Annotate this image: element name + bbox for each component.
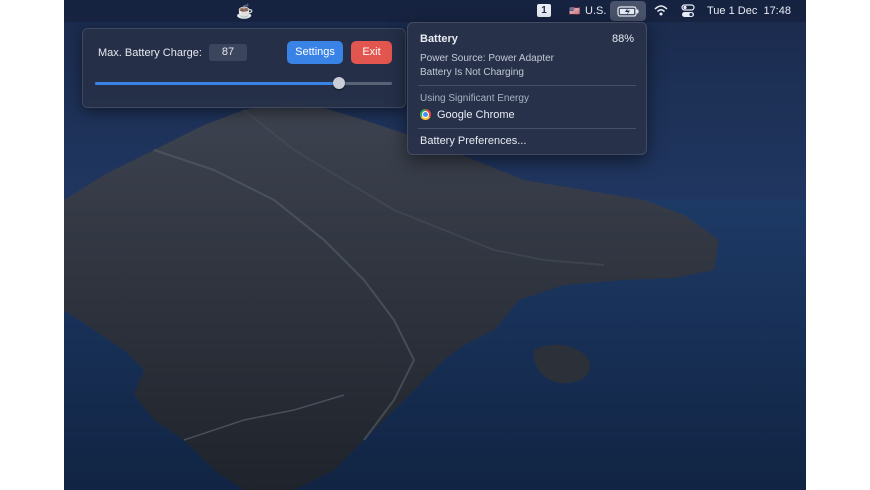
energy-app-item[interactable]: Google Chrome [420,109,515,121]
energy-section-header: Using Significant Energy [420,93,529,104]
wifi-icon[interactable] [653,0,669,22]
battery-percent: 88% [611,33,634,45]
desktop: ☕ 1 🇺🇸 U.S. Tue 1 Dec 17:48 Max. Battery [64,0,806,490]
power-source-text: Power Source: Power Adapter [420,53,554,64]
battery-preferences-item[interactable]: Battery Preferences... [420,135,526,147]
chrome-icon [420,109,431,120]
input-source-flag-icon[interactable]: 🇺🇸 [569,0,580,22]
input-source-label[interactable]: U.S. [585,0,606,22]
slider-fill [95,82,339,85]
control-center-icon[interactable] [680,0,696,22]
exit-button[interactable]: Exit [351,41,392,64]
menu-bar: ☕ 1 🇺🇸 U.S. Tue 1 Dec 17:48 [64,0,806,22]
max-charge-value-field[interactable]: 87 [209,44,247,61]
battery-menu-button[interactable] [610,1,646,21]
settings-button[interactable]: Settings [287,41,343,64]
slider-thumb[interactable] [332,77,345,89]
max-charge-slider[interactable] [95,77,392,89]
teacup-icon[interactable]: ☕ [236,0,253,22]
battery-charging-icon [617,6,639,17]
max-charge-label: Max. Battery Charge: [98,47,202,59]
energy-app-name: Google Chrome [437,109,515,121]
battery-menu-title: Battery [420,33,458,45]
charging-status-text: Battery Is Not Charging [420,67,524,78]
battery-charge-limiter-panel: Max. Battery Charge: 87 Settings Exit [82,28,406,108]
clock[interactable]: Tue 1 Dec 17:48 [707,0,791,22]
desktop-number-badge[interactable]: 1 [537,4,551,17]
separator [418,85,636,86]
separator [418,128,636,129]
battery-menu: Battery 88% Power Source: Power Adapter … [407,22,647,155]
